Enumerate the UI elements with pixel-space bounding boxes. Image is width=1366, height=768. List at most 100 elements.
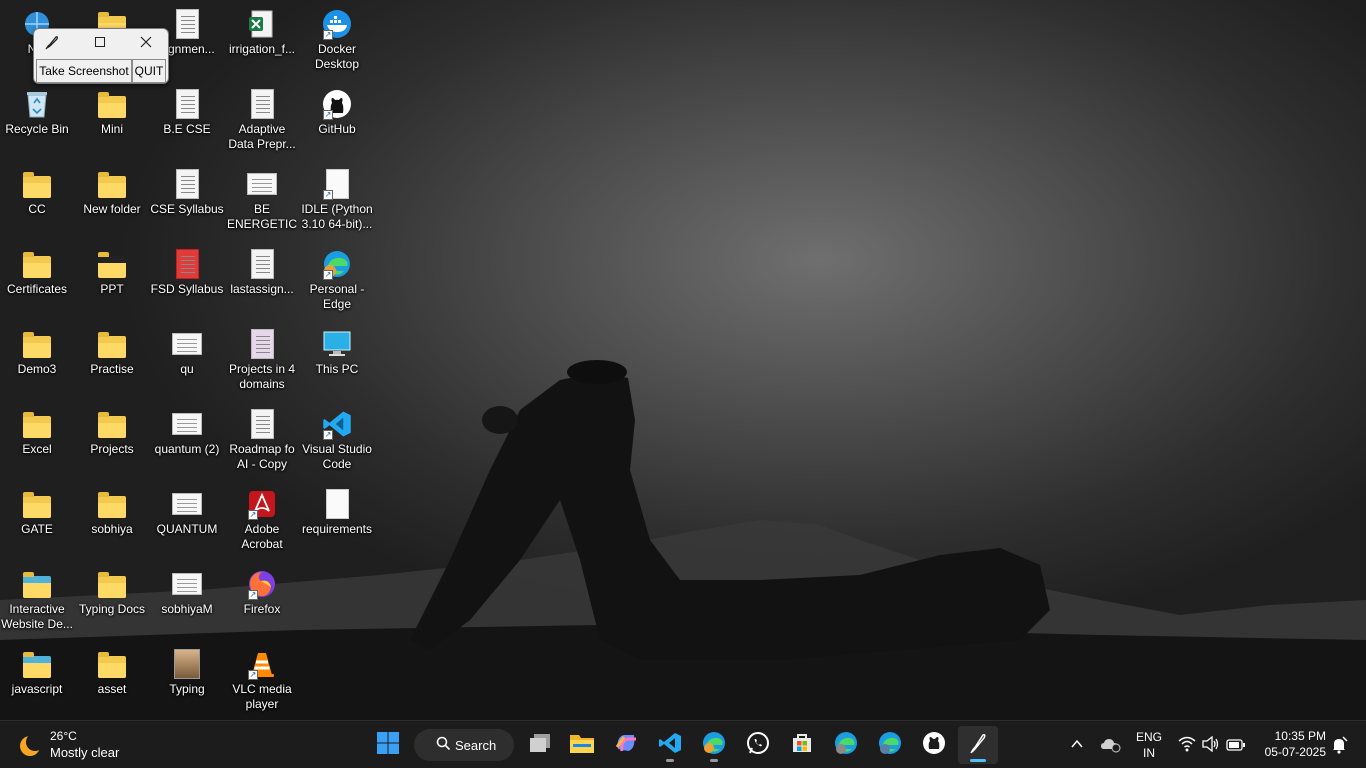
desktop-icon-label: Firefox bbox=[243, 602, 281, 616]
screenshot-app-window[interactable]: Take Screenshot QUIT bbox=[33, 28, 169, 84]
desktop-icon-quantum-2[interactable]: quantum (2) bbox=[150, 404, 224, 482]
desktop-icon-this-pc[interactable]: This PC bbox=[300, 324, 374, 402]
folder-icon bbox=[96, 328, 128, 360]
desktop-icon-irrigation-f[interactable]: irrigation_f... bbox=[225, 4, 299, 82]
taskbar-edge[interactable] bbox=[694, 726, 734, 764]
task-view-button[interactable] bbox=[520, 726, 560, 764]
whatsapp-icon bbox=[746, 731, 770, 760]
desktop-icon-sobhiya[interactable]: sobhiya bbox=[75, 484, 149, 562]
battery-icon[interactable] bbox=[1226, 738, 1246, 756]
desktop-icon-docker-desktop[interactable]: ↗ Docker Desktop bbox=[300, 4, 374, 82]
desktop-icon-interactive-website-de[interactable]: Interactive Website De... bbox=[0, 564, 74, 642]
taskbar-copilot[interactable] bbox=[606, 726, 646, 764]
doc-icon bbox=[171, 488, 203, 520]
desktop-icon-typing-docs[interactable]: Typing Docs bbox=[75, 564, 149, 642]
folder-icon bbox=[21, 648, 53, 680]
clock-date[interactable]: 05-07-2025 bbox=[1252, 745, 1326, 759]
desktop-icon-label: Typing bbox=[169, 682, 205, 696]
desktop-icon-new-folder[interactable]: New folder bbox=[75, 164, 149, 242]
desktop-icon-projects[interactable]: Projects bbox=[75, 404, 149, 482]
desktop-icon-label: Projects bbox=[90, 442, 134, 456]
desktop-icon-demo3[interactable]: Demo3 bbox=[0, 324, 74, 402]
shortcut-arrow-icon: ↗ bbox=[323, 430, 333, 440]
desktop-icon-github[interactable]: ↗ GitHub bbox=[300, 84, 374, 162]
desktop-icon-cc[interactable]: CC bbox=[0, 164, 74, 242]
desktop-icon-visual-studio-code[interactable]: ↗ Visual Studio Code bbox=[300, 404, 374, 482]
desktop-icon-qu[interactable]: qu bbox=[150, 324, 224, 402]
clock-time[interactable]: 10:35 PM bbox=[1256, 729, 1326, 743]
desktop-icon-lastassign[interactable]: lastassign... bbox=[225, 244, 299, 322]
taskbar-vscode[interactable] bbox=[650, 726, 690, 764]
onedrive-cloud-icon[interactable] bbox=[1100, 735, 1122, 758]
desktop-icon-label: IDLE (Python 3.10 64-bit)... bbox=[301, 202, 373, 231]
weather-condition: Mostly clear bbox=[50, 745, 120, 760]
desktop-icon-roadmap-fo-ai-copy[interactable]: Roadmap fo AI - Copy bbox=[225, 404, 299, 482]
desktop-icon-label: irrigation_f... bbox=[228, 42, 296, 56]
weather-widget[interactable]: 26°C Mostly clear bbox=[14, 727, 134, 763]
folder-icon bbox=[21, 248, 53, 280]
desktop-icon-label: Projects in 4 domains bbox=[228, 362, 296, 391]
doc-icon bbox=[171, 88, 203, 120]
shortcut-arrow-icon: ↗ bbox=[323, 110, 333, 120]
desktop-icon-excel[interactable]: Excel bbox=[0, 404, 74, 482]
taskbar-file-explorer[interactable] bbox=[562, 726, 602, 764]
taskbar-github[interactable] bbox=[914, 726, 954, 764]
taskbar-edge-profile-3[interactable] bbox=[870, 726, 910, 764]
desktop-icon-javascript[interactable]: javascript bbox=[0, 644, 74, 722]
task-view-icon bbox=[528, 732, 552, 759]
desktop-icon-personal-edge[interactable]: ↗ Personal - Edge bbox=[300, 244, 374, 322]
feather-icon bbox=[40, 32, 64, 52]
taskbar-feather-app[interactable] bbox=[958, 726, 998, 764]
taskbar-edge-profile-2[interactable] bbox=[826, 726, 866, 764]
doc-icon bbox=[171, 8, 203, 40]
desktop-icon-firefox[interactable]: ↗ Firefox bbox=[225, 564, 299, 642]
desktop-icon-idle-python-3-10-64-bit[interactable]: ↗ IDLE (Python 3.10 64-bit)... bbox=[300, 164, 374, 242]
desktop-icon-sobhiyam[interactable]: sobhiyaM bbox=[150, 564, 224, 642]
desktop-icon-gate[interactable]: GATE bbox=[0, 484, 74, 562]
edge-icon: ↗ bbox=[321, 248, 353, 280]
desktop-icon-certificates[interactable]: Certificates bbox=[0, 244, 74, 322]
doc-icon bbox=[246, 328, 278, 360]
desktop-icon-typing[interactable]: Typing bbox=[150, 644, 224, 722]
desktop-icon-label: asset bbox=[97, 682, 127, 696]
close-button[interactable] bbox=[134, 32, 158, 52]
desktop-icon-label: QUANTUM bbox=[156, 522, 218, 536]
desktop-icon-label: Excel bbox=[22, 442, 52, 456]
desktop-icon-ppt[interactable]: PPT bbox=[75, 244, 149, 322]
search-icon bbox=[436, 736, 451, 754]
desktop-icon-cse-syllabus[interactable]: CSE Syllabus bbox=[150, 164, 224, 242]
taskbar-whatsapp[interactable] bbox=[738, 726, 778, 764]
desktop-icon-b-e-cse[interactable]: B.E CSE bbox=[150, 84, 224, 162]
window-titlebar[interactable] bbox=[34, 29, 168, 55]
wifi-icon[interactable] bbox=[1178, 736, 1196, 757]
language-indicator-line2[interactable]: IN bbox=[1134, 746, 1164, 760]
desktop-icon-recycle-bin[interactable]: Recycle Bin bbox=[0, 84, 74, 162]
desktop-icon-adaptive-data-prepr[interactable]: Adaptive Data Prepr... bbox=[225, 84, 299, 162]
desktop-icon-quantum[interactable]: QUANTUM bbox=[150, 484, 224, 562]
taskbar-search[interactable]: Search bbox=[414, 729, 514, 761]
start-button[interactable] bbox=[368, 726, 408, 764]
desktop-icon-practise[interactable]: Practise bbox=[75, 324, 149, 402]
desktop-icon-asset[interactable]: asset bbox=[75, 644, 149, 722]
maximize-button[interactable] bbox=[88, 32, 112, 52]
desktop-icon-label: GitHub bbox=[318, 122, 356, 136]
doc-icon bbox=[321, 488, 353, 520]
shortcut-arrow-icon: ↗ bbox=[323, 30, 333, 40]
desktop-icon-projects-in-4-domains[interactable]: Projects in 4 domains bbox=[225, 324, 299, 402]
volume-icon[interactable] bbox=[1202, 735, 1220, 757]
desktop-icon-vlc-media-player[interactable]: ↗ VLC media player bbox=[225, 644, 299, 722]
taskbar-store[interactable] bbox=[782, 726, 822, 764]
shortcut-arrow-icon: ↗ bbox=[248, 670, 258, 680]
desktop-icon-requirements[interactable]: requirements bbox=[300, 484, 374, 562]
show-hidden-icons-chevron-up-icon[interactable] bbox=[1070, 737, 1084, 756]
notification-bell-icon[interactable] bbox=[1330, 736, 1348, 759]
desktop-icon-be-energetic[interactable]: BE ENERGETIC bbox=[225, 164, 299, 242]
desktop-icon-adobe-acrobat[interactable]: ↗ Adobe Acrobat bbox=[225, 484, 299, 562]
desktop-icon-fsd-syllabus[interactable]: FSD Syllabus bbox=[150, 244, 224, 322]
take-screenshot-button[interactable]: Take Screenshot bbox=[36, 59, 132, 83]
quit-button[interactable]: QUIT bbox=[132, 59, 166, 83]
language-indicator-line1[interactable]: ENG bbox=[1134, 730, 1164, 744]
shortcut-arrow-icon: ↗ bbox=[323, 270, 333, 280]
desktop-icon-mini[interactable]: Mini bbox=[75, 84, 149, 162]
desktop-icon-label: Recycle Bin bbox=[5, 122, 69, 136]
